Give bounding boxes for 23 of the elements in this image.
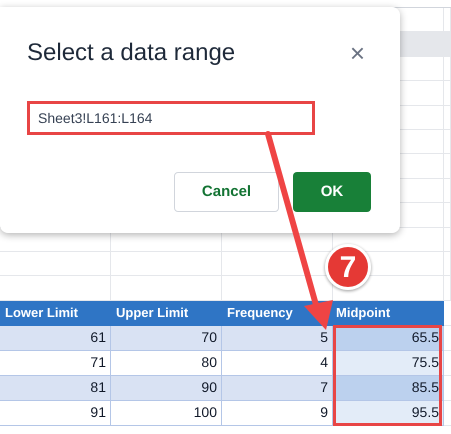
table-cell: 7 — [222, 376, 333, 401]
table-cell: 80 — [111, 350, 222, 376]
table-cell: 9 — [222, 400, 333, 426]
table-cell: 90 — [111, 376, 222, 401]
table-cell: 85.5 — [333, 376, 444, 401]
ok-button[interactable]: OK — [293, 172, 371, 212]
table-cell: 4 — [222, 350, 333, 376]
table-cell: 100 — [111, 400, 222, 426]
column-header: Lower Limit — [0, 300, 111, 326]
cancel-button[interactable]: Cancel — [174, 172, 279, 212]
table-cell: 81 — [0, 376, 111, 401]
table-cell: 61 — [0, 326, 111, 351]
column-header: Midpoint — [333, 300, 444, 326]
table-cell: 70 — [111, 326, 222, 351]
table-cell: 71 — [0, 350, 111, 376]
range-field[interactable]: Sheet3!L161:L164 — [27, 101, 315, 135]
table-cell: 91 — [0, 400, 111, 426]
table-cell: 75.5 — [333, 350, 444, 376]
column-header: Upper Limit — [111, 300, 222, 326]
step-badge: 7 — [325, 244, 371, 290]
close-button[interactable]: × — [350, 40, 365, 66]
table-cell: 5 — [222, 326, 333, 351]
dialog-title: Select a data range — [27, 38, 236, 68]
